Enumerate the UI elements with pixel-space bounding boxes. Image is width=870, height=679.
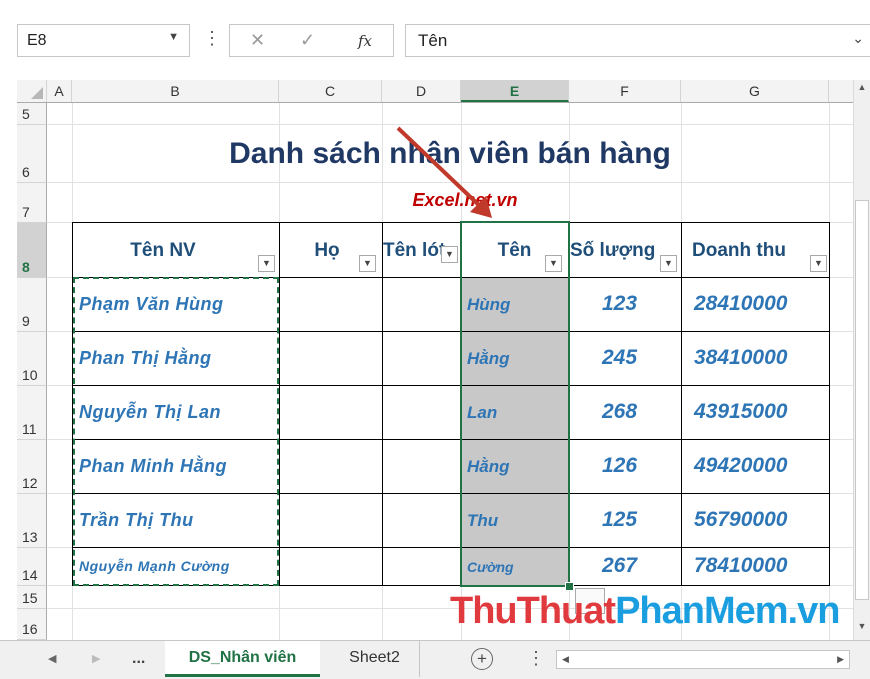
add-sheet-button[interactable]: +: [471, 648, 493, 670]
cell-so-luong[interactable]: 268: [602, 400, 637, 424]
row-header-6[interactable]: 6: [17, 125, 47, 183]
column-header-c[interactable]: C: [279, 80, 382, 102]
prev-sheet-icon[interactable]: ◀: [48, 652, 56, 665]
more-options-icon[interactable]: ⋮: [527, 648, 545, 669]
selection-border: [460, 221, 570, 587]
row-header-8[interactable]: 8: [17, 223, 47, 278]
header-ho[interactable]: Họ: [302, 240, 352, 262]
scroll-up-icon[interactable]: ▲: [854, 82, 870, 99]
name-box-value[interactable]: E8: [27, 32, 47, 50]
next-sheet-icon[interactable]: ▶: [92, 652, 100, 665]
cell-doanh-thu[interactable]: 38410000: [694, 346, 787, 370]
formula-buttons: ✕ ✓ fx: [229, 24, 394, 57]
header-ten-lot[interactable]: Tên lót: [383, 240, 446, 262]
header-so-luong[interactable]: Số lượng: [570, 240, 664, 262]
watermark: ThuThuatPhanMem.vn: [450, 590, 840, 632]
tab-sheet2[interactable]: Sheet2: [330, 641, 420, 677]
row-header-14[interactable]: 14: [17, 548, 47, 586]
row-header-16[interactable]: 16: [17, 609, 47, 640]
cell-so-luong[interactable]: 245: [602, 346, 637, 370]
column-header-d[interactable]: D: [382, 80, 461, 102]
cancel-icon[interactable]: ✕: [250, 30, 265, 51]
more-sheets-button[interactable]: ...: [132, 650, 145, 668]
column-header-f[interactable]: F: [569, 80, 681, 102]
select-all-corner[interactable]: [17, 80, 47, 102]
enter-icon[interactable]: ✓: [300, 30, 315, 51]
copy-marquee: [73, 277, 279, 586]
cell-doanh-thu[interactable]: 56790000: [694, 508, 787, 532]
expand-formula-bar-icon[interactable]: ⌄: [852, 30, 864, 47]
cell-doanh-thu[interactable]: 28410000: [694, 292, 787, 316]
cell-so-luong[interactable]: 125: [602, 508, 637, 532]
cell-doanh-thu[interactable]: 43915000: [694, 400, 787, 424]
sheet-tab-bar: ◀ ▶ ... DS_Nhân viên Sheet2 + ⋮ ◀ ▶: [0, 640, 870, 679]
filter-dropdown-icon[interactable]: ▼: [660, 255, 677, 272]
horizontal-scrollbar[interactable]: ◀ ▶: [556, 650, 850, 669]
sheet-subtitle[interactable]: Excel.net.vn: [385, 190, 545, 211]
column-header-b[interactable]: B: [72, 80, 279, 102]
header-ten-nv[interactable]: Tên NV: [73, 240, 253, 262]
filter-dropdown-icon[interactable]: ▼: [359, 255, 376, 272]
name-box[interactable]: E8 ▼: [17, 24, 190, 57]
sort-filter-icon[interactable]: ▼: [810, 255, 827, 272]
column-header-g[interactable]: G: [681, 80, 829, 102]
column-header-a[interactable]: A: [47, 80, 72, 102]
row-header-15[interactable]: 15: [17, 586, 47, 609]
formula-value[interactable]: Tên: [418, 31, 447, 51]
row-header-13[interactable]: 13: [17, 494, 47, 548]
chevron-down-icon[interactable]: ▼: [168, 31, 179, 43]
cell-doanh-thu[interactable]: 49420000: [694, 454, 787, 478]
column-header-e[interactable]: E: [461, 80, 569, 102]
header-doanh-thu[interactable]: Doanh thu: [692, 240, 810, 262]
row-header-11[interactable]: 11: [17, 386, 47, 440]
filter-dropdown-icon[interactable]: ▼: [258, 255, 275, 272]
worksheet-grid[interactable]: A B C D E F G 5 6 7 8 9 10 11 12 13 14 1…: [17, 80, 853, 640]
row-header-10[interactable]: 10: [17, 332, 47, 386]
tab-ds-nhan-vien[interactable]: DS_Nhân viên: [165, 641, 320, 677]
vertical-scrollbar[interactable]: ▲ ▼: [853, 80, 870, 640]
scroll-left-icon[interactable]: ◀: [562, 654, 569, 665]
formula-bar: E8 ▼ ⋮ ✕ ✓ fx Tên ⌄: [0, 0, 870, 78]
scroll-right-icon[interactable]: ▶: [837, 654, 844, 665]
row-header-5[interactable]: 5: [17, 103, 47, 125]
cell-so-luong[interactable]: 267: [602, 554, 637, 578]
cell-so-luong[interactable]: 123: [602, 292, 637, 316]
row-header-12[interactable]: 12: [17, 440, 47, 494]
insert-function-icon[interactable]: fx: [358, 32, 372, 50]
filter-dropdown-icon[interactable]: ▼: [441, 246, 458, 263]
cell-doanh-thu[interactable]: 78410000: [694, 554, 787, 578]
cell-so-luong[interactable]: 126: [602, 454, 637, 478]
sheet-title[interactable]: Danh sách nhân viên bán hàng: [180, 137, 720, 171]
row-header-9[interactable]: 9: [17, 278, 47, 332]
more-options-icon[interactable]: ⋮: [203, 28, 221, 49]
formula-input[interactable]: Tên ⌄: [405, 24, 870, 57]
row-header-7[interactable]: 7: [17, 183, 47, 223]
scroll-thumb[interactable]: [855, 200, 869, 600]
scroll-down-icon[interactable]: ▼: [854, 621, 870, 638]
